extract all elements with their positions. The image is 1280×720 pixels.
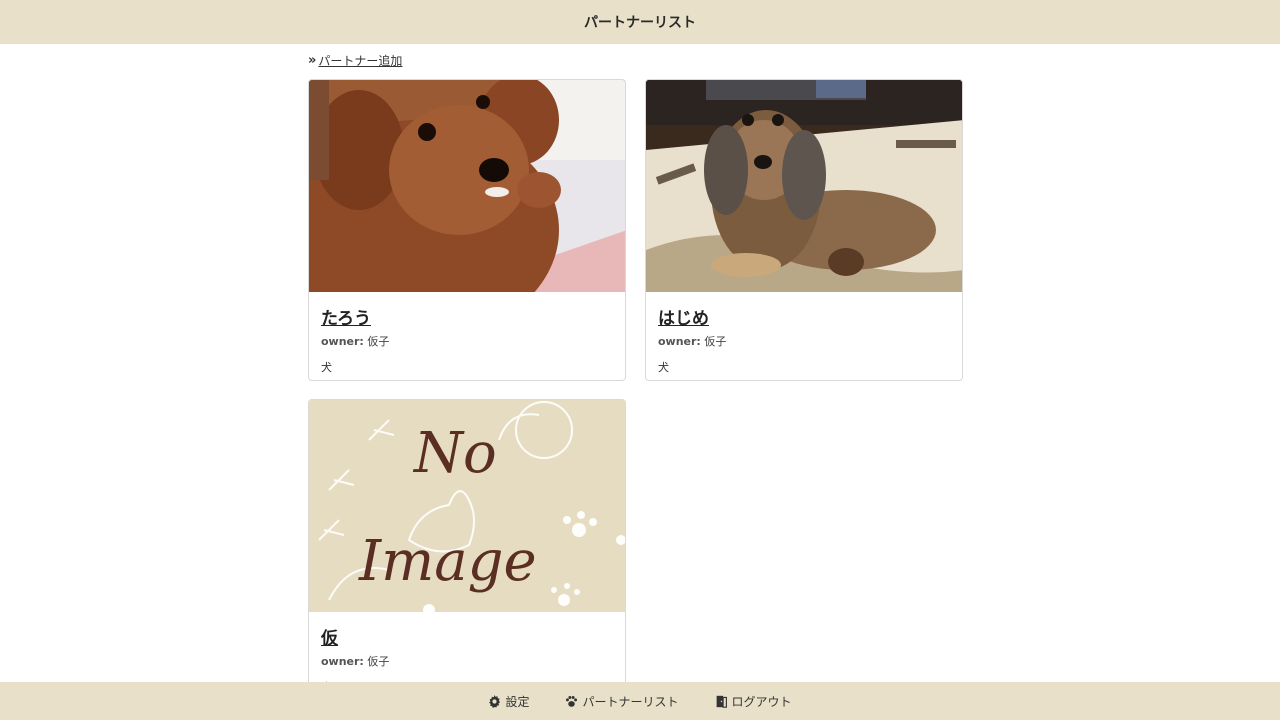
add-partner-label: パートナー追加 bbox=[318, 53, 403, 68]
no-image-placeholder: No Image bbox=[309, 400, 625, 612]
partner-owner: owner: 仮子 bbox=[321, 333, 613, 349]
double-chevron-right-icon: » bbox=[308, 52, 317, 68]
nav-partner-list-label: パートナーリスト bbox=[582, 694, 679, 709]
partner-photo-poodle bbox=[309, 80, 625, 292]
door-icon bbox=[716, 695, 727, 708]
nav-settings-label: 設定 bbox=[505, 694, 530, 709]
partner-card[interactable]: たろう owner: 仮子 犬 bbox=[308, 79, 626, 381]
partner-name[interactable]: たろう bbox=[321, 304, 371, 329]
paw-icon bbox=[566, 695, 578, 707]
owner-label: owner: bbox=[321, 335, 364, 348]
placeholder-text-image: Image bbox=[358, 529, 537, 594]
main-content: » パートナー追加 たろう owner: 仮子 犬 はじめ owner: 仮子 … bbox=[308, 44, 964, 701]
partner-card[interactable]: No Image 仮 owner: 仮子 犬 bbox=[308, 399, 626, 701]
nav-logout-label: ログアウト bbox=[731, 694, 792, 709]
owner-label: owner: bbox=[658, 335, 701, 348]
gear-icon bbox=[489, 694, 501, 708]
nav-logout[interactable]: ログアウト bbox=[715, 693, 792, 710]
owner-value: 仮子 bbox=[367, 335, 390, 348]
page-title: パートナーリスト bbox=[584, 15, 696, 31]
partner-name[interactable]: 仮 bbox=[321, 624, 338, 649]
placeholder-text-no: No bbox=[412, 421, 497, 486]
nav-settings[interactable]: 設定 bbox=[488, 693, 529, 710]
partner-name[interactable]: はじめ bbox=[658, 304, 709, 329]
partner-card[interactable]: はじめ owner: 仮子 犬 bbox=[645, 79, 963, 381]
partner-photo-dachshund bbox=[646, 80, 962, 292]
owner-value: 仮子 bbox=[367, 655, 390, 668]
owner-value: 仮子 bbox=[704, 335, 727, 348]
owner-label: owner: bbox=[321, 655, 364, 668]
bottom-nav: 設定 パートナーリスト ログアウト bbox=[0, 682, 1280, 720]
partner-owner: owner: 仮子 bbox=[658, 333, 950, 349]
partner-owner: owner: 仮子 bbox=[321, 653, 613, 669]
top-bar: パートナーリスト bbox=[0, 0, 1280, 44]
partner-type: 犬 bbox=[321, 361, 332, 374]
partner-type: 犬 bbox=[658, 361, 669, 374]
add-partner-link[interactable]: » パートナー追加 bbox=[308, 52, 964, 68]
nav-partner-list[interactable]: パートナーリスト bbox=[565, 693, 679, 710]
